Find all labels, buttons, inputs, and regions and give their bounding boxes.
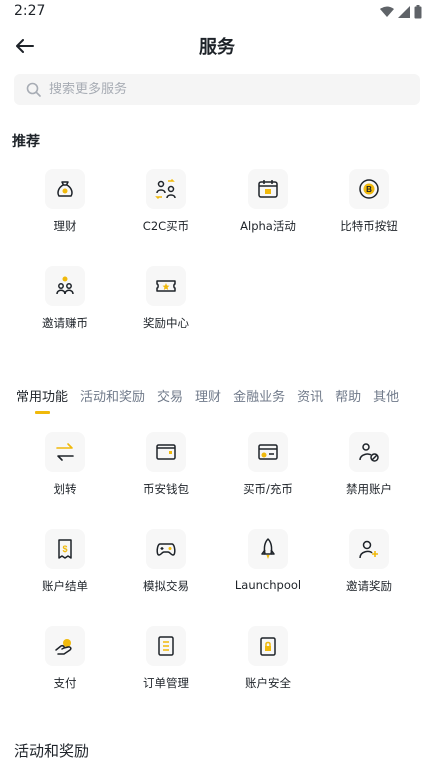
service-label: 币安钱包 <box>143 482 189 496</box>
service-label: 支付 <box>53 676 77 690</box>
search-input[interactable] <box>49 82 389 97</box>
service-item-binance-wallet[interactable]: 币安钱包 <box>115 432 217 497</box>
gamepad-icon <box>146 529 186 569</box>
reward-ticket-icon <box>146 266 186 306</box>
tab-finance[interactable]: 金融业务 <box>233 386 285 405</box>
activities-section-title: 活动和奖励 <box>14 742 90 760</box>
category-tabs: 常用功能 活动和奖励 交易 理财 金融业务 资讯 帮助 其他 <box>16 386 434 416</box>
wifi-icon <box>380 6 394 18</box>
recommended-section-title: 推荐 <box>12 134 40 150</box>
pay-icon <box>45 626 85 666</box>
service-label: 模拟交易 <box>143 579 189 593</box>
page-title: 服务 <box>199 37 235 58</box>
tab-help[interactable]: 帮助 <box>335 386 361 405</box>
service-label: Alpha活动 <box>240 219 296 233</box>
wallet-icon <box>146 432 186 472</box>
service-item-reward-center[interactable]: 奖励中心 <box>115 266 217 331</box>
service-label: Launchpool <box>234 578 302 592</box>
search-icon <box>26 82 41 97</box>
service-item-buy-deposit[interactable]: 买币/充币 <box>217 432 319 497</box>
service-label: C2C买币 <box>142 219 190 233</box>
money-bag-icon <box>45 169 85 209</box>
header: 服务 <box>0 24 434 68</box>
lock-shield-icon <box>248 626 288 666</box>
service-item-statement[interactable]: $ 账户结单 <box>14 529 116 594</box>
service-item-invite-reward[interactable]: 邀请奖励 <box>318 529 420 594</box>
service-item-alpha[interactable]: Alpha活动 <box>217 169 319 234</box>
order-list-icon <box>146 626 186 666</box>
disable-account-icon <box>349 432 389 472</box>
svg-text:B: B <box>366 185 372 194</box>
service-label: 邀请奖励 <box>346 579 392 593</box>
service-item-c2c[interactable]: C2C买币 <box>115 169 217 234</box>
service-item-pay[interactable]: 支付 <box>14 626 116 691</box>
service-item-invite-earn[interactable]: 邀请赚币 <box>14 266 116 331</box>
service-label: 邀请赚币 <box>42 316 88 330</box>
service-label: 买币/充币 <box>243 482 293 496</box>
tab-trade[interactable]: 交易 <box>157 386 183 405</box>
tab-common[interactable]: 常用功能 <box>16 386 68 414</box>
service-item-licai[interactable]: 理财 <box>14 169 116 234</box>
calendar-icon <box>248 169 288 209</box>
users-exchange-icon <box>146 169 186 209</box>
service-label: 禁用账户 <box>346 482 392 496</box>
service-label: 比特币按钮 <box>340 219 398 233</box>
rocket-icon <box>248 529 288 569</box>
status-bar: 2:27 <box>0 0 434 24</box>
service-label: 订单管理 <box>143 676 189 690</box>
battery-icon <box>414 5 422 19</box>
service-label: 账户安全 <box>245 676 291 690</box>
service-item-bitcoin-button[interactable]: B 比特币按钮 <box>318 169 420 234</box>
service-item-launchpool[interactable]: Launchpool <box>217 529 319 592</box>
service-item-disable-account[interactable]: 禁用账户 <box>318 432 420 497</box>
service-item-demo-trading[interactable]: 模拟交易 <box>115 529 217 594</box>
status-time: 2:27 <box>14 3 46 19</box>
tab-news[interactable]: 资讯 <box>297 386 323 405</box>
bitcoin-coin-icon: B <box>349 169 389 209</box>
service-label: 理财 <box>53 219 77 233</box>
statement-icon: $ <box>45 529 85 569</box>
signal-icon <box>398 6 410 18</box>
tab-activities[interactable]: 活动和奖励 <box>80 386 145 405</box>
service-item-account-security[interactable]: 账户安全 <box>217 626 319 691</box>
invite-earn-icon <box>45 266 85 306</box>
service-label: 划转 <box>53 482 77 496</box>
tab-other[interactable]: 其他 <box>373 386 399 405</box>
service-item-transfer[interactable]: 划转 <box>14 432 116 497</box>
service-item-order-management[interactable]: 订单管理 <box>115 626 217 691</box>
service-label: 奖励中心 <box>143 316 189 330</box>
status-icons <box>380 5 422 19</box>
transfer-arrows-icon <box>45 432 85 472</box>
search-bar[interactable] <box>14 74 420 105</box>
invite-user-icon <box>349 529 389 569</box>
service-label: 账户结单 <box>42 579 88 593</box>
svg-text:$: $ <box>62 544 67 554</box>
tab-earn[interactable]: 理财 <box>195 386 221 405</box>
buy-deposit-icon <box>248 432 288 472</box>
